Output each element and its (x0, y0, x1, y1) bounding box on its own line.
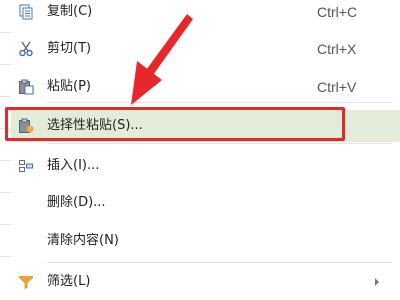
menu-item-label: 筛选(L) (47, 274, 91, 289)
menu-item-label: 复制(C) (47, 4, 93, 19)
menu-item-clear-contents[interactable]: 清除内容(N) (11, 225, 400, 257)
menu-item-delete[interactable]: 删除(D)... (11, 187, 400, 219)
menu-item-filter[interactable]: 筛选(L) (11, 266, 400, 298)
annotation-highlight-box (5, 107, 345, 141)
menu-item-shortcut: Ctrl+V (317, 79, 357, 95)
cut-icon (17, 40, 35, 58)
context-menu: 复制(C) Ctrl+C 剪切(T) Ctrl+X 粘贴(P) Ctrl+V ?… (11, 0, 400, 300)
menu-item-label: 粘贴(P) (47, 79, 91, 94)
menu-item-label: 插入(I)... (47, 158, 100, 173)
menu-separator (47, 262, 392, 263)
menu-item-label: 清除内容(N) (47, 233, 119, 248)
menu-item-label: 剪切(T) (47, 41, 92, 56)
menu-item-copy[interactable]: 复制(C) Ctrl+C (11, 0, 400, 28)
insert-icon (17, 157, 35, 175)
menu-item-cut[interactable]: 剪切(T) Ctrl+X (11, 33, 400, 65)
filter-icon (17, 273, 35, 291)
menu-item-paste[interactable]: 粘贴(P) Ctrl+V (11, 71, 400, 103)
menu-item-shortcut: Ctrl+X (317, 41, 357, 57)
menu-item-shortcut: Ctrl+C (317, 4, 358, 20)
menu-separator (47, 143, 392, 144)
menu-separator (47, 102, 392, 103)
copy-icon (17, 3, 35, 21)
paste-icon (17, 78, 35, 96)
menu-item-label: 删除(D)... (47, 195, 106, 210)
menu-item-insert[interactable]: 插入(I)... (11, 150, 400, 182)
chevron-right-icon (375, 278, 379, 286)
